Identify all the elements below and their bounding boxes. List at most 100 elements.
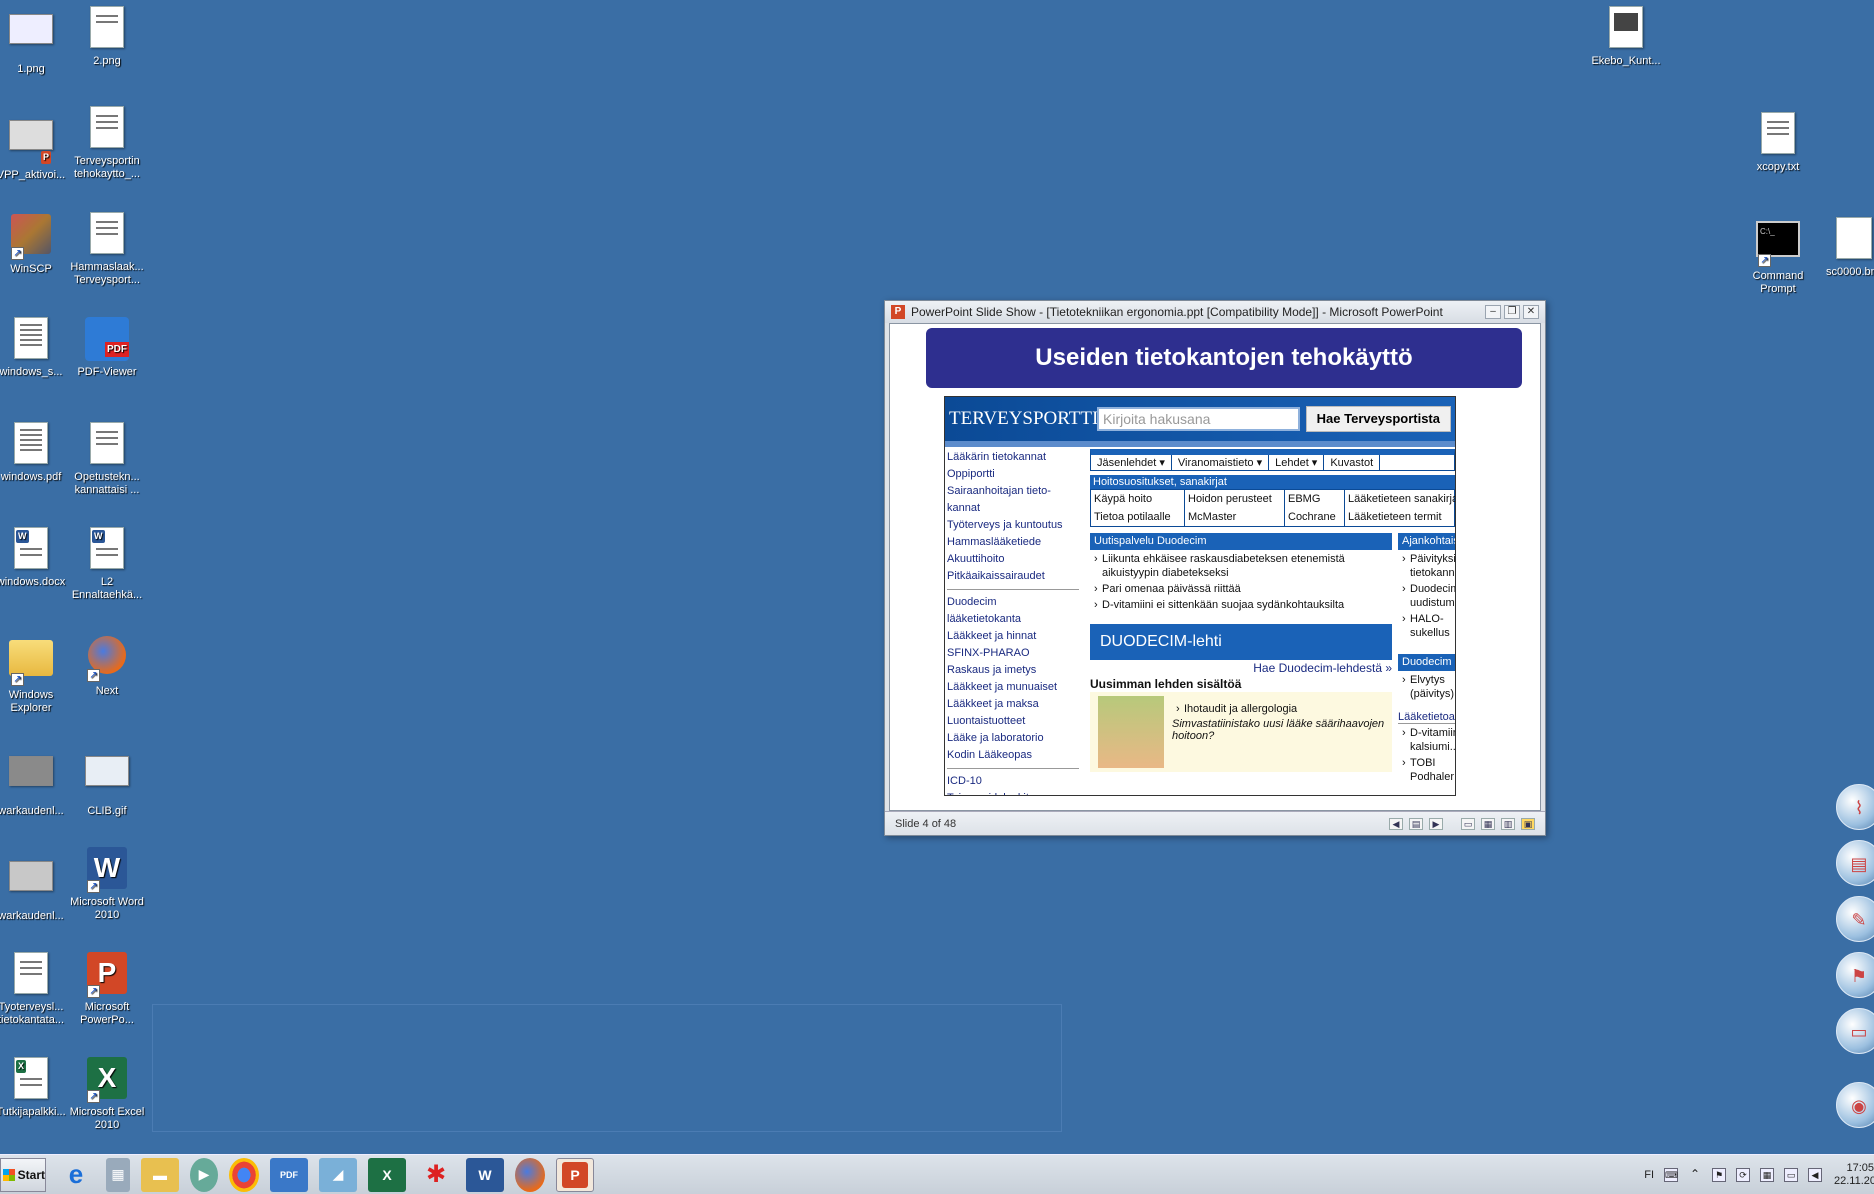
grid-link: Lääketieteen sanakirja	[1345, 490, 1455, 508]
left-nav-link: Akuuttihoito	[947, 553, 1005, 565]
desktop-icon-xcopy[interactable]: xcopy.txt	[1740, 110, 1816, 174]
grid-link: Hoidon perusteet	[1185, 490, 1285, 508]
icon-label: windows_s...	[0, 366, 63, 378]
icon-label: Tutkijapalkki...	[0, 1106, 66, 1118]
gadget-5-icon[interactable]: ▭	[1836, 1008, 1874, 1054]
desktop-icon-hammaslaak[interactable]: Hammaslaak... Terveysport...	[69, 210, 145, 287]
word-icon[interactable]: W	[466, 1157, 504, 1192]
desktop-icon-next[interactable]: ↗ Next	[69, 632, 145, 698]
reading-view-button[interactable]: ▥	[1501, 817, 1515, 830]
firefox-icon: ↗	[85, 636, 129, 682]
window-titlebar[interactable]: P PowerPoint Slide Show - [Tietotekniika…	[885, 301, 1545, 323]
calculator-icon[interactable]: ▦	[106, 1157, 130, 1192]
desktop-icon-pdf-viewer[interactable]: PDF PDF-Viewer	[69, 315, 145, 379]
icon-label: Microsoft Excel 2010	[69, 1106, 145, 1131]
gadget-4-icon[interactable]: ⚑	[1836, 952, 1874, 998]
desktop-icon-windows-explorer[interactable]: ↗ Windows Explorer	[0, 632, 69, 715]
menu-item: Kuvastot	[1324, 455, 1381, 470]
desktop-icon-excel-2010[interactable]: X ↗ Microsoft Excel 2010	[69, 1055, 145, 1132]
left-nav-link: Sairaanhoitajan tieto-	[947, 485, 1051, 497]
desktop-icon-windows-s[interactable]: windows_s...	[0, 315, 69, 379]
desktop-icon-word-2010[interactable]: W ↗ Microsoft Word 2010	[69, 845, 145, 922]
slide[interactable]: Useiden tietokantojen tehokäyttö TERVEYS…	[889, 323, 1541, 811]
image-file-icon	[9, 756, 53, 802]
desktop-icon-sc0000[interactable]: sc0000.bmp	[1818, 215, 1874, 279]
slideshow-view-button[interactable]: ▣	[1521, 817, 1535, 830]
search-button: Hae Terveysportista	[1305, 406, 1451, 432]
normal-view-button[interactable]: ▭	[1461, 817, 1475, 830]
restore-button[interactable]: ❐	[1504, 305, 1520, 319]
gadget-2-icon[interactable]: ▤	[1836, 840, 1874, 886]
desktop-icon-windows-docx[interactable]: W windows.docx	[0, 525, 69, 589]
nav-separator	[947, 589, 1079, 590]
icon-label: warkaudenl...	[0, 805, 64, 817]
menu-item: Jäsenlehdet ▾	[1091, 455, 1172, 470]
internet-explorer-icon[interactable]: e	[57, 1158, 95, 1192]
desktop-icon-tyoterveysl[interactable]: Tyoterveysl... tietokantata...	[0, 950, 69, 1027]
firefox-icon[interactable]	[515, 1157, 545, 1192]
desktop-icon-2png[interactable]: 2.png	[69, 4, 145, 68]
clock-time: 17:05	[1846, 1161, 1874, 1174]
gadget-6-icon[interactable]: ◉	[1836, 1082, 1874, 1128]
show-hidden-icons-button[interactable]: ⌃	[1688, 1168, 1702, 1182]
powerpoint-window[interactable]: P PowerPoint Slide Show - [Tietotekniika…	[884, 300, 1546, 836]
media-player-icon[interactable]: ▶	[190, 1157, 218, 1192]
previous-slide-button[interactable]: ◀	[1389, 817, 1403, 830]
duodecim-search-link: Hae Duodecim-lehdestä »	[1253, 661, 1392, 675]
link-grid: Käypä hoito Hoidon perusteet EBMG Lääketiet…	[1090, 489, 1455, 527]
action-center-flag-icon[interactable]: ⚑	[1712, 1167, 1726, 1182]
desktop-icon-1png[interactable]: 1.png	[0, 4, 69, 76]
left-nav: Lääkärin tietokannat Oppiportti Sairaanhoi…	[947, 449, 1083, 795]
left-nav-link: Työterveys ja kuntoutus	[947, 519, 1063, 531]
main-content: Jäsenlehdet ▾ Viranomaistieto ▾ Lehdet ▾ Ku…	[1090, 449, 1455, 786]
clock[interactable]: 17:05 22.11.2013	[1834, 1162, 1874, 1188]
start-button[interactable]: Start	[0, 1157, 46, 1192]
desktop-icon-vpp[interactable]: P VPP_aktivoi...	[0, 110, 69, 182]
icon-label: VPP_aktivoi...	[0, 169, 66, 181]
red-app-icon[interactable]: ✱	[417, 1158, 455, 1192]
duodecim-article: Ihotaudit ja allergologia Simvastatiinis…	[1090, 692, 1392, 772]
volume-icon[interactable]: ◀	[1808, 1167, 1822, 1182]
pdf-viewer-icon: PDF	[85, 317, 129, 363]
desktop-icon-l2[interactable]: W L2 Ennaltaehkä...	[69, 525, 145, 602]
desktop-icon-opetustekn[interactable]: Opetustekn... kannattaisi ...	[69, 420, 145, 497]
desktop-icon-warkaudenl-1[interactable]: warkaudenl...	[0, 746, 69, 818]
display-icon[interactable]: ▭	[1784, 1167, 1798, 1182]
desktop-icon-ekebo[interactable]: Ekebo_Kunt...	[1588, 4, 1664, 68]
nav-separator	[947, 768, 1079, 769]
document-icon	[9, 952, 53, 998]
desktop-icon-winscp[interactable]: ↗ WinSCP	[0, 210, 69, 276]
chrome-icon[interactable]	[229, 1157, 259, 1192]
minimize-button[interactable]: –	[1485, 305, 1501, 319]
desktop-icon-windows-pdf[interactable]: windows.pdf	[0, 420, 69, 484]
slide-sorter-button[interactable]: ▦	[1481, 817, 1495, 830]
close-button[interactable]: ✕	[1523, 305, 1539, 319]
folder-icon[interactable]: ▬	[141, 1157, 179, 1192]
notes-icon[interactable]: ◢	[319, 1157, 357, 1192]
wifi-gadget-icon[interactable]: ⌇	[1836, 784, 1874, 830]
language-indicator[interactable]: FI	[1644, 1169, 1654, 1181]
next-slide-button[interactable]: ▶	[1429, 817, 1443, 830]
pdf-viewer-icon[interactable]: PDF	[270, 1157, 308, 1192]
sync-icon[interactable]: ⟳	[1736, 1167, 1750, 1182]
icon-label: PDF-Viewer	[77, 366, 137, 378]
icon-label: Windows Explorer	[8, 689, 54, 714]
desktop-icon-powerpoint-2010[interactable]: P ↗ Microsoft PowerPo...	[69, 950, 145, 1027]
news-heading: Uutispalvelu Duodecim	[1090, 533, 1392, 550]
desktop-icon-command-prompt[interactable]: C:\_ ↗ Command Prompt	[1740, 215, 1816, 296]
word-icon: W ↗	[85, 847, 129, 893]
image-file-icon	[9, 861, 53, 907]
icon-label: Microsoft PowerPo...	[80, 1001, 134, 1026]
desktop-icon-clib[interactable]: CLIB.gif	[69, 746, 145, 818]
keyboard-icon[interactable]: ⌨	[1664, 1167, 1678, 1182]
side-item: HALO-sukellus	[1398, 612, 1455, 640]
network-icon[interactable]: ▦	[1760, 1167, 1774, 1182]
desktop-icon-tutkijapalkki[interactable]: X Tutkijapalkki...	[0, 1055, 69, 1119]
desktop-icon-terveysportin[interactable]: Terveysportin tehokaytto_...	[69, 104, 145, 181]
gadget-3-icon[interactable]: ✎	[1836, 896, 1874, 942]
slide-menu-button[interactable]: ▤	[1409, 817, 1423, 830]
left-nav-link: kannat	[947, 502, 981, 514]
desktop-icon-warkaudenl-2[interactable]: warkaudenl...	[0, 851, 69, 923]
excel-icon[interactable]: X	[368, 1157, 406, 1192]
powerpoint-taskbar-button[interactable]: P	[556, 1157, 594, 1192]
